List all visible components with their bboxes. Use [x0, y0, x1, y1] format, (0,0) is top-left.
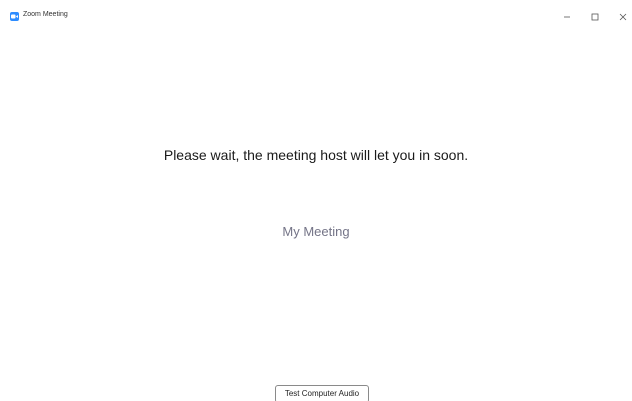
waiting-message: Please wait, the meeting host will let y… — [163, 147, 469, 163]
minimize-button[interactable] — [558, 8, 576, 26]
close-button[interactable] — [614, 8, 632, 26]
window-title: Zoom Meeting — [23, 11, 68, 18]
meeting-name: My Meeting — [282, 224, 350, 239]
maximize-icon — [591, 13, 599, 21]
title-bar: Zoom Meeting — [0, 0, 632, 32]
maximize-button[interactable] — [586, 8, 604, 26]
minimize-icon — [564, 16, 570, 18]
test-computer-audio-button[interactable]: Test Computer Audio — [275, 385, 369, 401]
close-icon — [619, 13, 627, 21]
zoom-waiting-window: Zoom Meeting Please wait, the meeting ho… — [0, 0, 632, 401]
zoom-logo-icon — [10, 12, 19, 21]
